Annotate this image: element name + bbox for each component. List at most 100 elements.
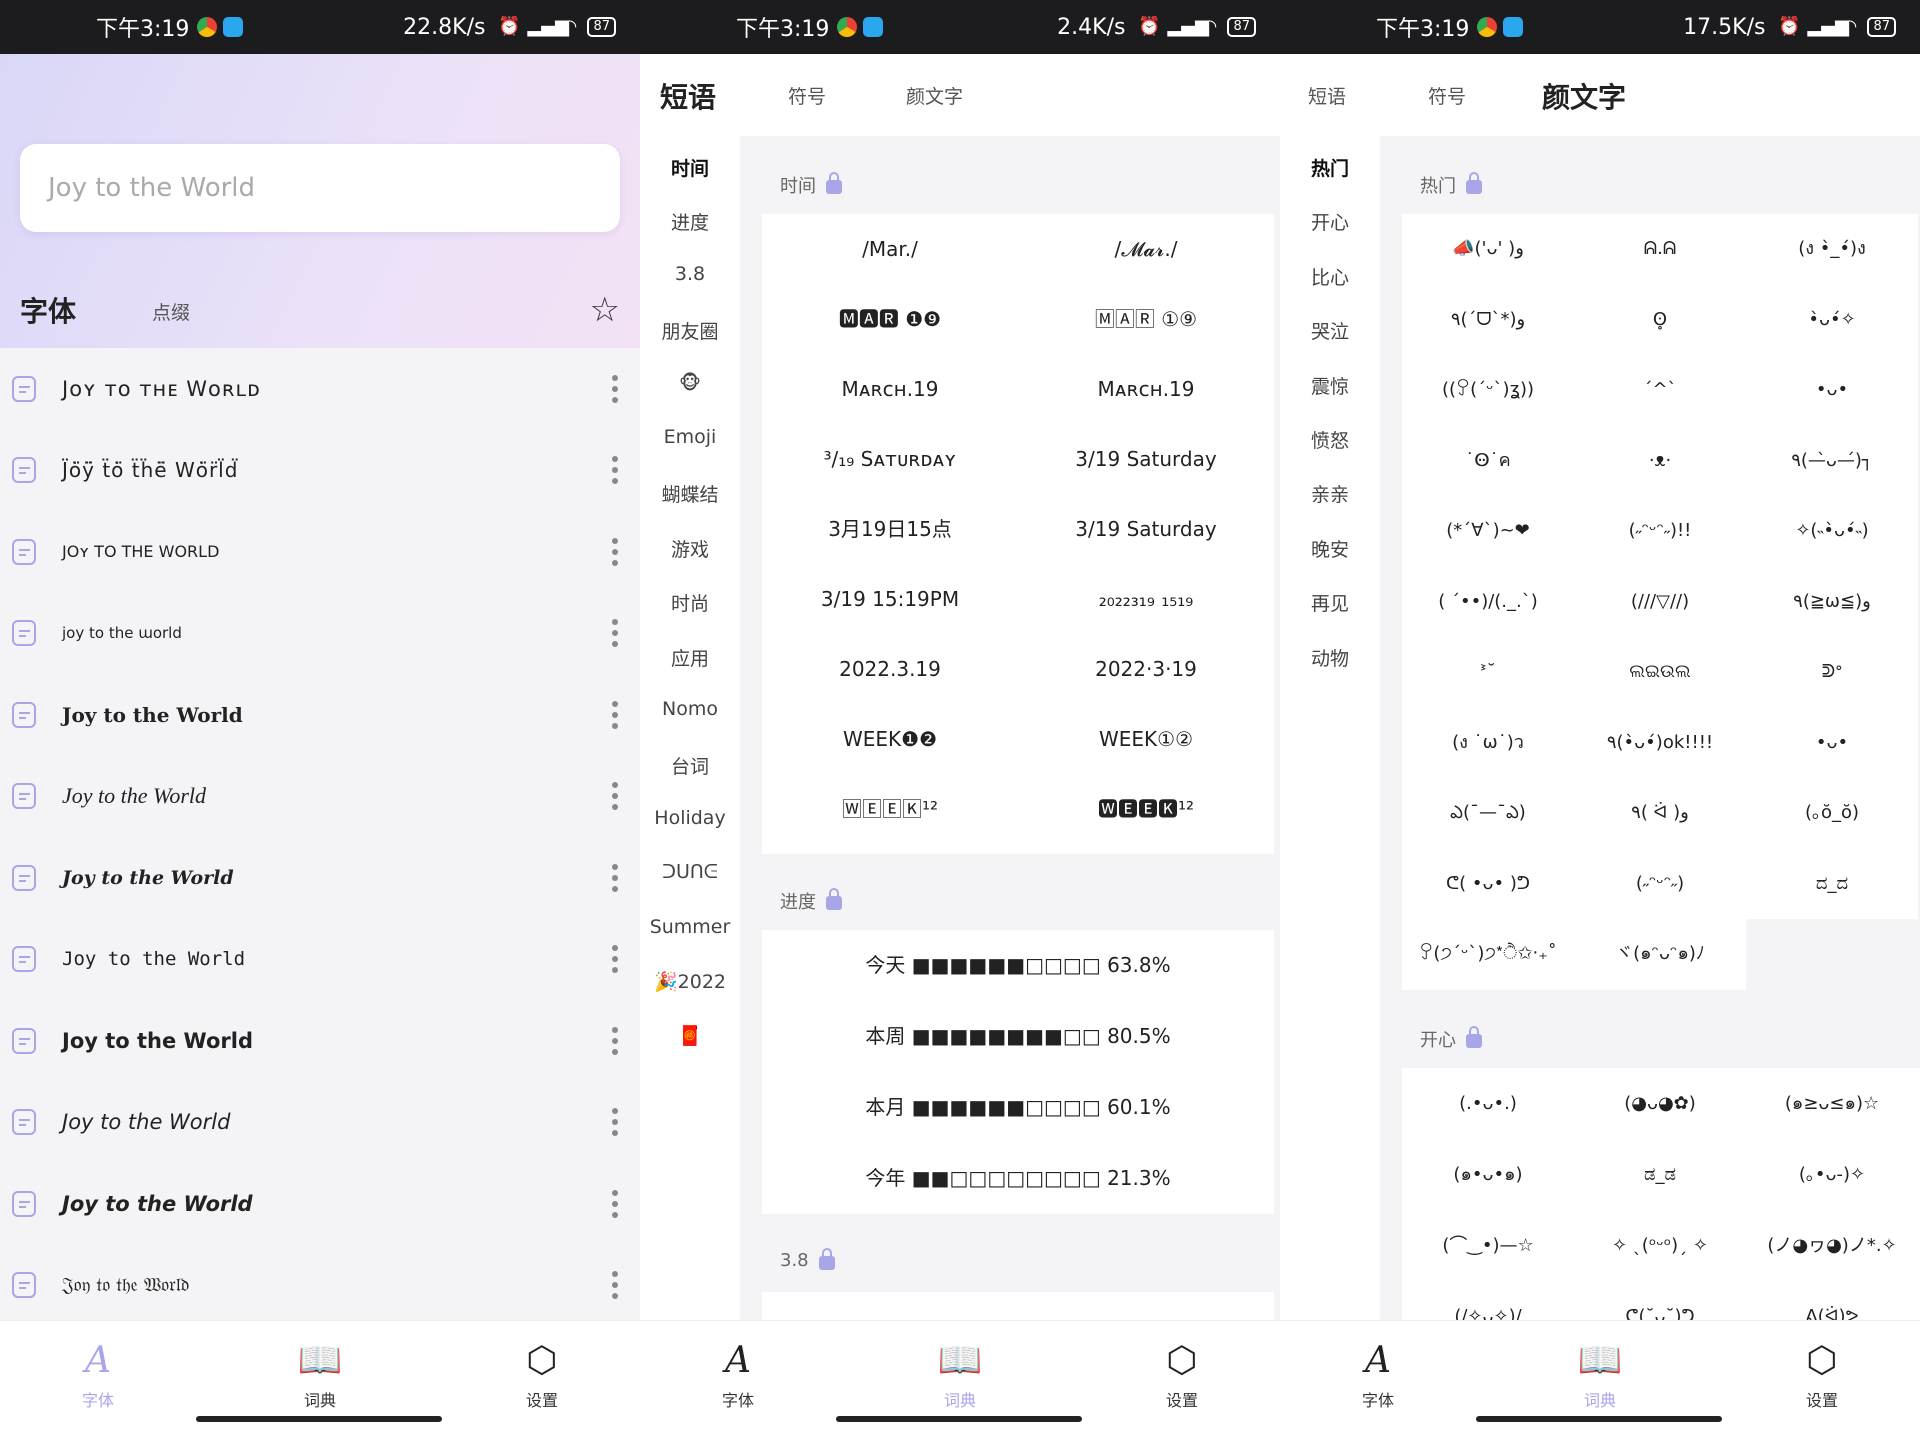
category-item[interactable]: 愤怒 (1280, 426, 1380, 453)
category-item[interactable]: 🧧 (640, 1024, 740, 1047)
kaomoji-item[interactable]: (ノ◕ヮ◕)ノ*.✧ (1746, 1210, 1918, 1281)
font-style-row[interactable]: JOʏ TO THE WORLD (0, 511, 640, 593)
kaomoji-item[interactable]: ఎ(¯—¯ఎ) (1402, 778, 1574, 849)
kaomoji-item[interactable]: ٩(≧ω≦)و (1746, 566, 1918, 637)
category-item[interactable]: 3.8 (640, 263, 740, 285)
category-item[interactable]: 蝴蝶结 (640, 480, 740, 507)
kaomoji-item[interactable]: (˶ᵔᵕᵔ˶) (1574, 848, 1746, 919)
more-vert-icon[interactable] (612, 782, 618, 811)
font-style-row[interactable]: Joy to the World (0, 837, 640, 919)
kaomoji-item[interactable]: ಡ_ಡ (1574, 1139, 1746, 1210)
nav-font[interactable]: A 字体 (678, 1337, 798, 1411)
phrase-item[interactable]: 🅼🅰🆁 ❶❾ (762, 284, 1018, 354)
font-style-row[interactable]: Jᴏʏ ᴛᴏ ᴛʜᴇ Wᴏʀʟᴅ (0, 348, 640, 430)
nav-settings[interactable]: ⬡ 设置 (482, 1337, 602, 1411)
tab-kaomoji[interactable]: 颜文字 (1542, 76, 1627, 118)
kaomoji-item[interactable]: ·ᴥ· (1574, 425, 1746, 496)
category-item[interactable]: 🐵 (640, 372, 740, 394)
tab-phrases[interactable]: 短语 (660, 76, 717, 118)
category-item[interactable]: 再见 (1280, 589, 1380, 616)
kaomoji-item[interactable]: (๑•ᴗ•๑) (1402, 1139, 1574, 1210)
kaomoji-item[interactable]: (ง •̀_•́)ง (1746, 214, 1918, 285)
category-item[interactable]: 哭泣 (1280, 317, 1380, 344)
font-style-row[interactable]: 𝔍𝔬𝔶 𝔱𝔬 𝔱𝔥𝔢 𝔚𝔬𝔯𝔩𝔡 (0, 1245, 640, 1327)
category-item[interactable]: ᑐᑌᑎᕮ (640, 861, 740, 883)
phrase-item[interactable]: 3/19 Saturday (1018, 424, 1274, 494)
kaomoji-item[interactable]: •ᴗ• (1746, 707, 1918, 778)
phrase-item[interactable]: /𝓜𝓪𝓻./ (1018, 214, 1274, 284)
kaomoji-item[interactable]: ˊ^ˋ (1574, 355, 1746, 426)
nav-dictionary[interactable]: 📖 词典 (900, 1337, 1020, 1411)
tab-phrases[interactable]: 短语 (1308, 82, 1346, 109)
more-vert-icon[interactable] (612, 1108, 618, 1137)
phrase-item[interactable]: Mᴀʀᴄʜ.19 (1018, 354, 1274, 424)
kaomoji-item[interactable]: (｡•ᴗ-)✧ (1746, 1139, 1918, 1210)
kaomoji-item[interactable]: (๑≥ᴗ≤๑)☆ (1746, 1068, 1918, 1139)
more-vert-icon[interactable] (612, 1189, 618, 1218)
phrase-item[interactable]: 2022.3.19 (762, 634, 1018, 704)
phrase-item[interactable]: 3/19 Saturday (1018, 494, 1274, 564)
more-vert-icon[interactable] (612, 1271, 618, 1300)
category-item[interactable]: 台词 (640, 752, 740, 779)
nav-dictionary[interactable]: 📖 词典 (260, 1337, 380, 1411)
progress-phrase-item[interactable]: 今天 ■■■■■■□□□□ 63.8% (762, 930, 1274, 1001)
phrase-item[interactable]: 3/19 15:19PM (762, 564, 1018, 634)
more-vert-icon[interactable] (612, 863, 618, 892)
tab-symbols[interactable]: 符号 (1428, 82, 1466, 109)
tab-decorations[interactable]: 点缀 (152, 298, 190, 325)
font-style-row[interactable]: Joy to the World (0, 1000, 640, 1082)
category-item[interactable]: 时尚 (640, 589, 740, 616)
nav-settings[interactable]: ⬡ 设置 (1122, 1337, 1242, 1411)
phrase-item[interactable]: 🅆🄴🄴🄺¹² (762, 774, 1018, 844)
more-vert-icon[interactable] (612, 619, 618, 648)
category-item[interactable]: 动物 (1280, 644, 1380, 671)
phrase-item[interactable]: 3月19日15点 (762, 494, 1018, 564)
category-item[interactable]: 朋友圈 (640, 317, 740, 344)
more-vert-icon[interactable] (612, 945, 618, 974)
category-item[interactable]: 🎉2022 (640, 970, 740, 993)
phrase-item[interactable]: ₂₀₂₂₃₁₉ ₁₅₁₉ (1018, 564, 1274, 634)
kaomoji-item[interactable]: ( ´••)/(._.`) (1402, 566, 1574, 637)
nav-font[interactable]: A 字体 (1318, 1337, 1438, 1411)
more-vert-icon[interactable] (612, 374, 618, 403)
kaomoji-item[interactable]: •ᴗ• (1746, 355, 1918, 426)
kaomoji-item[interactable]: ٩(—̀ᴗ—́)┐ (1746, 425, 1918, 496)
kaomoji-item[interactable]: (ง ˙ω˙)ว (1402, 707, 1574, 778)
category-item[interactable]: Summer (640, 916, 740, 938)
font-style-row[interactable]: Joy to the World (0, 674, 640, 756)
kaomoji-item[interactable]: ᕱ.ᕱ (1574, 214, 1746, 285)
progress-phrase-item[interactable]: 今年 ■■□□□□□□□□ 21.3% (762, 1143, 1274, 1214)
category-item[interactable]: 应用 (640, 644, 740, 671)
kaomoji-item[interactable]: 📣('ᴗ' )و (1402, 214, 1574, 285)
phrase-item[interactable]: 🆆🅴🅴🅺¹² (1018, 774, 1274, 844)
kaomoji-item[interactable]: ˙Ꙫ˙ค (1402, 425, 1574, 496)
category-item[interactable]: 进度 (640, 208, 740, 235)
kaomoji-item[interactable]: ٩(ˊᗜˋ*)و (1402, 284, 1574, 355)
phrase-item[interactable]: WEEK❶❷ (762, 704, 1018, 774)
phrase-item[interactable]: Mᴀʀᴄʜ.19 (762, 354, 1018, 424)
kaomoji-item[interactable]: ((ꎤ(ˊᵕˋ)ʓ)) (1402, 355, 1574, 426)
font-style-row[interactable]: Joy to the World (0, 1082, 640, 1164)
more-vert-icon[interactable] (612, 537, 618, 566)
category-item[interactable]: Emoji (640, 426, 740, 448)
tab-symbols[interactable]: 符号 (788, 82, 826, 109)
category-item[interactable]: 震惊 (1280, 372, 1380, 399)
category-item[interactable]: 开心 (1280, 208, 1380, 235)
phrase-item[interactable]: ³/₁₉ Sᴀᴛᴜʀᴅᴀʏ (762, 424, 1018, 494)
category-item[interactable]: Holiday (640, 807, 740, 829)
kaomoji-item[interactable]: ᕦ( •ᴗ• )ᕤ (1402, 848, 1574, 919)
category-item[interactable]: 亲亲 (1280, 480, 1380, 507)
progress-phrase-item[interactable]: 本月 ■■■■■■□□□□ 60.1% (762, 1072, 1274, 1143)
kaomoji-item[interactable]: (*´∀`)~❤ (1402, 496, 1574, 567)
kaomoji-item[interactable]: (///▽//) (1574, 566, 1746, 637)
kaomoji-item[interactable]: ✧(˵•̀ᴗ•́˵) (1746, 496, 1918, 567)
kaomoji-item[interactable]: (.•ᴗ•.) (1402, 1068, 1574, 1139)
kaomoji-item[interactable]: ದ_ದ (1746, 848, 1918, 919)
kaomoji-item[interactable]: ヾ(๑ᵔᴗᵔ๑)ﾉ (1574, 919, 1746, 990)
kaomoji-item[interactable]: ᕑ˘ (1402, 637, 1574, 708)
category-item[interactable]: 时间 (640, 154, 740, 181)
more-vert-icon[interactable] (612, 1026, 618, 1055)
kaomoji-item[interactable]: ✧ ˎ(ᵒᵕᵒ)ˏ ✧ (1574, 1210, 1746, 1281)
kaomoji-item[interactable]: ᕲᐤ (1746, 637, 1918, 708)
more-vert-icon[interactable] (612, 456, 618, 485)
